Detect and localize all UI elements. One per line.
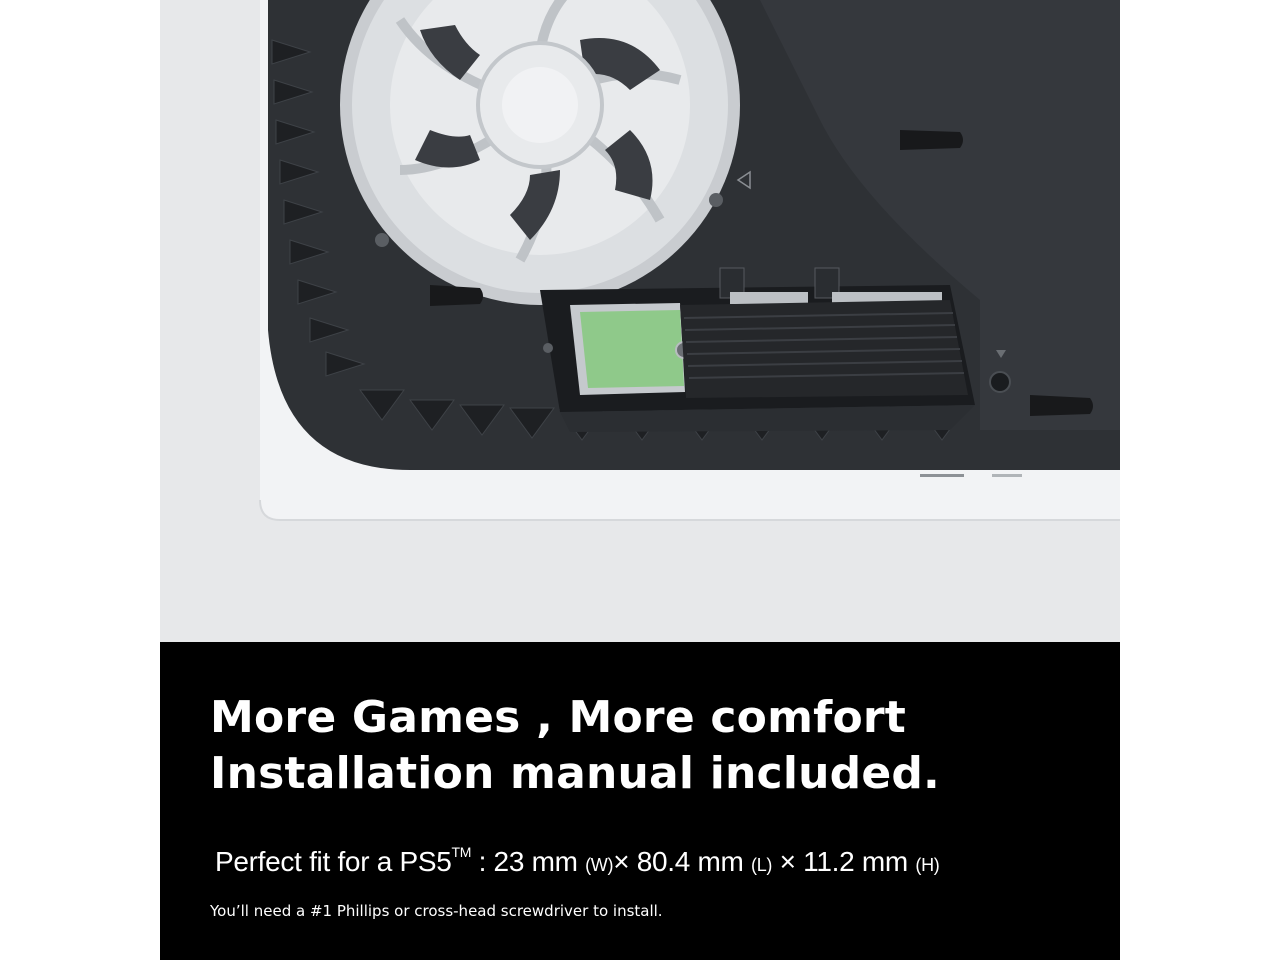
headline: More Games , More comfort Installation m…	[210, 690, 940, 802]
spec-width-value: : 23 mm	[471, 846, 586, 877]
spec-length-value: × 80.4 mm	[613, 846, 752, 877]
spec-width-unit: (W)	[585, 855, 614, 875]
caption-panel: More Games , More comfort Installation m…	[160, 642, 1120, 960]
spec-height-value: × 11.2 mm	[772, 846, 916, 877]
product-panel: More Games , More comfort Installation m…	[160, 0, 1120, 960]
spec-length-unit: (L)	[751, 855, 773, 875]
spec-prefix: Perfect fit for a PS5	[215, 846, 452, 877]
spec-height-unit: (H)	[915, 855, 940, 875]
trademark-mark: TM	[451, 844, 472, 860]
headline-line-2: Installation manual included.	[210, 748, 940, 799]
product-image-frame: More Games , More comfort Installation m…	[0, 0, 1280, 960]
product-photo	[160, 0, 1120, 642]
headline-line-1: More Games , More comfort	[210, 692, 907, 743]
tool-requirement-note: You’ll need a #1 Phillips or cross-head …	[210, 902, 663, 920]
dimensions-spec: Perfect fit for a PS5TM : 23 mm (W)× 80.…	[215, 834, 940, 883]
